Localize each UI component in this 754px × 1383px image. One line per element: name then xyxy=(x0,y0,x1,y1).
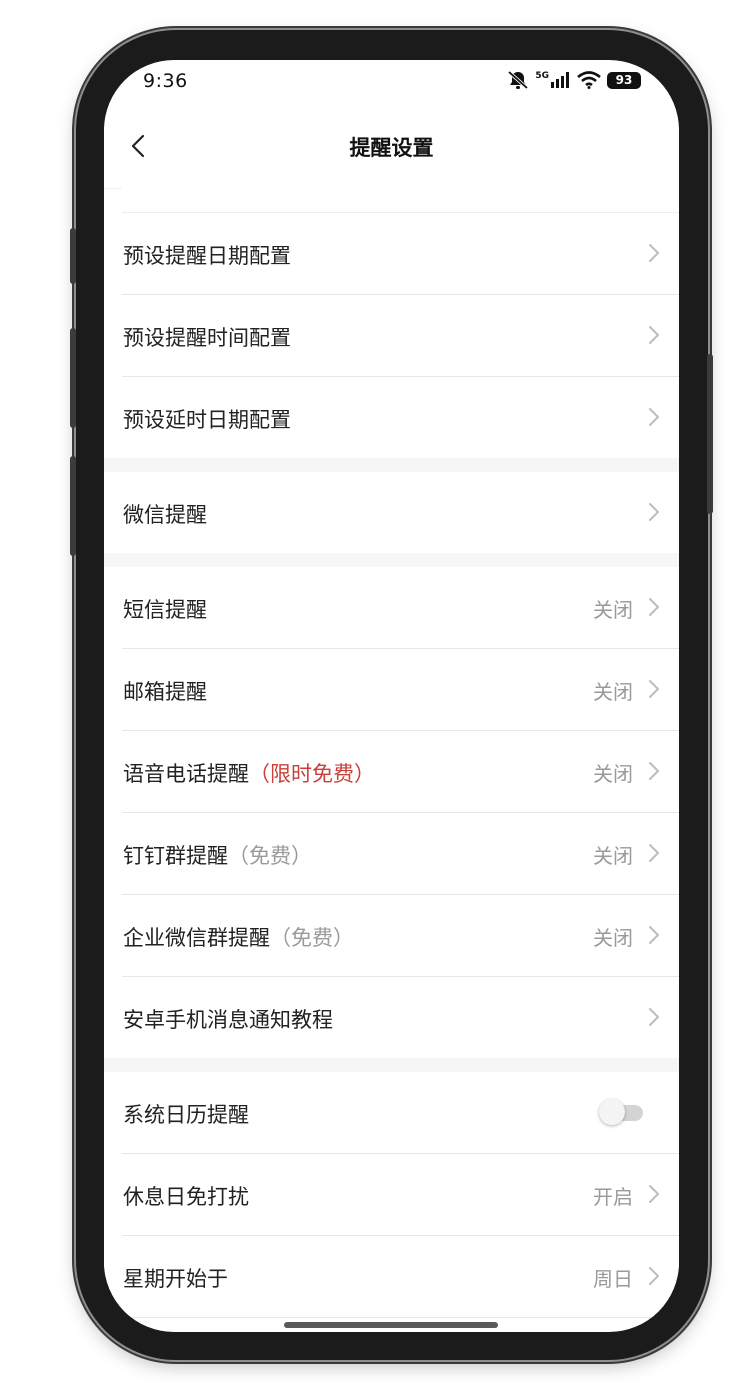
chevron-right-icon xyxy=(649,1267,659,1285)
notification-channels-group: 短信提醒 关闭 邮箱提醒 关闭 语音电话提醒（限时免费） 关闭 钉钉群提醒（免费… xyxy=(104,567,679,1058)
notifications-muted-icon xyxy=(508,70,529,90)
week-starts-on-row[interactable]: 星期开始于 周日 xyxy=(122,1236,679,1318)
row-label: 预设提醒时间配置 xyxy=(123,326,291,350)
row-value: 周日 xyxy=(593,1267,633,1291)
system-calendar-toggle[interactable] xyxy=(599,1099,643,1125)
wifi-icon xyxy=(577,71,601,89)
preset-config-group: 预设提醒日期配置 预设提醒时间配置 预设延时日期配置 xyxy=(104,213,679,458)
chevron-right-icon xyxy=(649,408,659,426)
chevron-right-icon xyxy=(649,926,659,944)
chevron-right-icon xyxy=(649,598,659,616)
row-label: 预设延时日期配置 xyxy=(123,408,291,432)
preset-reminder-time-row[interactable]: 预设提醒时间配置 xyxy=(122,295,679,377)
status-time: 9:36 xyxy=(143,70,188,92)
row-value: 关闭 xyxy=(593,844,633,868)
row-label: 系统日历提醒 xyxy=(123,1103,249,1127)
status-icons: 5G 93 xyxy=(507,70,641,90)
power-button xyxy=(707,354,713,514)
holiday-do-not-disturb-row[interactable]: 休息日免打扰 开启 xyxy=(122,1154,679,1236)
group-separator xyxy=(104,1058,679,1072)
home-indicator[interactable] xyxy=(284,1322,498,1328)
sms-reminder-row[interactable]: 短信提醒 关闭 xyxy=(122,567,679,649)
volume-down-button xyxy=(70,456,76,556)
row-value: 关闭 xyxy=(593,680,633,704)
navigation-bar: 提醒设置 xyxy=(104,106,679,189)
calendar-options-group: 系统日历提醒 休息日免打扰 开启 星期开始于 周日 xyxy=(104,1072,679,1318)
preset-delay-date-row[interactable]: 预设延时日期配置 xyxy=(122,377,679,458)
row-value: 开启 xyxy=(593,1185,633,1209)
group-separator xyxy=(104,553,679,567)
chevron-right-icon xyxy=(649,244,659,262)
status-bar: 9:36 5G 93 xyxy=(104,60,679,106)
row-label-text: 钉钉群提醒 xyxy=(123,844,228,868)
android-notification-tutorial-row[interactable]: 安卓手机消息通知教程 xyxy=(122,977,679,1058)
system-calendar-reminder-row: 系统日历提醒 xyxy=(122,1072,679,1154)
free-note: （免费） xyxy=(228,844,312,868)
row-label: 休息日免打扰 xyxy=(123,1185,249,1209)
chevron-right-icon xyxy=(649,326,659,344)
row-label: 微信提醒 xyxy=(123,503,207,527)
row-label: 安卓手机消息通知教程 xyxy=(123,1008,333,1032)
row-value: 关闭 xyxy=(593,926,633,950)
row-label: 邮箱提醒 xyxy=(123,680,207,704)
chevron-right-icon xyxy=(649,762,659,780)
row-label-text: 企业微信群提醒 xyxy=(123,926,270,950)
dingtalk-group-reminder-row[interactable]: 钉钉群提醒（免费） 关闭 xyxy=(122,813,679,895)
chevron-right-icon xyxy=(649,680,659,698)
wechat-group: 微信提醒 xyxy=(104,472,679,553)
limited-free-note: （限时免费） xyxy=(249,762,375,786)
row-label: 企业微信群提醒（免费） xyxy=(123,922,354,952)
network-type-label: 5G xyxy=(535,71,549,81)
mute-switch xyxy=(70,228,76,284)
chevron-right-icon xyxy=(649,1185,659,1203)
voice-call-reminder-row[interactable]: 语音电话提醒（限时免费） 关闭 xyxy=(122,731,679,813)
chevron-right-icon xyxy=(649,844,659,862)
chevron-right-icon xyxy=(649,503,659,521)
row-value: 关闭 xyxy=(593,762,633,786)
chevron-right-icon xyxy=(649,1008,659,1026)
phone-screen: 9:36 5G 93 提醒设置 预设提醒日期配置 预设提醒时间配置 预设延时日期… xyxy=(104,60,679,1332)
volume-up-button xyxy=(70,328,76,428)
wecom-group-reminder-row[interactable]: 企业微信群提醒（免费） 关闭 xyxy=(122,895,679,977)
preset-reminder-date-row[interactable]: 预设提醒日期配置 xyxy=(122,213,679,295)
group-separator xyxy=(104,458,679,472)
settings-list: 预设提醒日期配置 预设提醒时间配置 预设延时日期配置 微信提醒 短信提醒 关闭 … xyxy=(104,188,679,1318)
row-value: 关闭 xyxy=(593,598,633,622)
list-top-divider xyxy=(122,188,679,213)
toggle-knob xyxy=(599,1099,625,1125)
free-note: （免费） xyxy=(270,926,354,950)
email-reminder-row[interactable]: 邮箱提醒 关闭 xyxy=(122,649,679,731)
row-label: 语音电话提醒（限时免费） xyxy=(123,758,375,788)
page-title: 提醒设置 xyxy=(349,136,434,160)
row-label: 短信提醒 xyxy=(123,598,207,622)
wechat-reminder-row[interactable]: 微信提醒 xyxy=(122,472,679,553)
signal-strength-icon xyxy=(551,72,569,88)
row-label: 预设提醒日期配置 xyxy=(123,244,291,268)
row-label-text: 语音电话提醒 xyxy=(123,762,249,786)
battery-indicator: 93 xyxy=(607,71,641,89)
row-label: 钉钉群提醒（免费） xyxy=(123,840,312,870)
row-label: 星期开始于 xyxy=(123,1267,228,1291)
